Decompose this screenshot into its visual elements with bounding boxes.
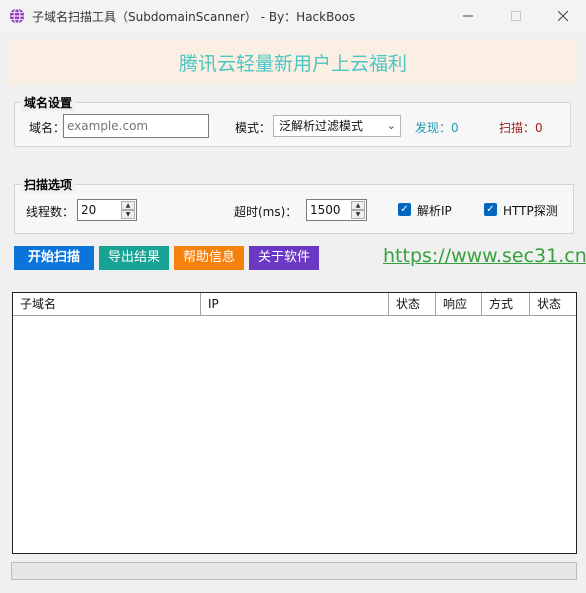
close-button[interactable] — [543, 4, 583, 28]
help-button[interactable]: 帮助信息 — [174, 246, 244, 270]
mode-select[interactable]: 泛解析过滤模式 ⌄ — [273, 115, 401, 137]
threads-label: 线程数： — [26, 205, 75, 219]
domain-settings-title: 域名设置 — [21, 94, 76, 111]
promo-banner-text: 腾讯云轻量新用户上云福利 — [178, 52, 407, 75]
column-header-status[interactable]: 状态 — [389, 293, 436, 315]
threads-down-arrow-icon[interactable]: ▼ — [121, 210, 135, 219]
http-probe-checkbox[interactable]: ✓ — [484, 203, 497, 216]
close-icon — [558, 11, 568, 21]
threads-up-arrow-icon[interactable]: ▲ — [121, 201, 135, 210]
results-table[interactable]: 子域名 IP 状态 响应 方式 状态 — [12, 292, 577, 554]
column-header-subdomain[interactable]: 子域名 — [13, 293, 201, 315]
globe-icon — [9, 8, 25, 24]
domain-field[interactable] — [63, 114, 209, 138]
scan-options-group: 扫描选项 线程数： 20 ▲ ▼ 超时(ms)： 1500 ▲ ▼ ✓ 解析IP… — [14, 176, 574, 234]
domain-input[interactable] — [67, 115, 205, 137]
title-bar: 子域名扫描工具（SubdomainScanner） - By：HackBoos — [0, 0, 586, 32]
http-probe-label: HTTP探测 — [503, 204, 558, 218]
threads-stepper[interactable]: 20 ▲ ▼ — [77, 199, 137, 221]
minimize-button[interactable] — [448, 4, 488, 28]
checkmark-icon: ✓ — [486, 204, 495, 215]
minimize-icon — [463, 15, 473, 17]
timeout-down-arrow-icon[interactable]: ▼ — [351, 210, 365, 219]
promo-banner[interactable]: 腾讯云轻量新用户上云福利 — [9, 40, 577, 84]
threads-value: 20 — [81, 203, 97, 217]
found-count: 发现：0 — [415, 121, 459, 135]
chevron-down-icon: ⌄ — [386, 119, 396, 132]
resolve-ip-checkbox[interactable]: ✓ — [398, 203, 411, 216]
resolve-ip-label: 解析IP — [417, 204, 452, 218]
timeout-label: 超时(ms)： — [234, 205, 298, 219]
column-header-ip[interactable]: IP — [201, 293, 389, 315]
column-header-status-2[interactable]: 状态 — [530, 293, 576, 315]
table-header: 子域名 IP 状态 响应 方式 状态 — [13, 293, 576, 316]
column-header-response[interactable]: 响应 — [436, 293, 482, 315]
column-header-method[interactable]: 方式 — [482, 293, 530, 315]
window-title: 子域名扫描工具（SubdomainScanner） - By：HackBoos — [32, 10, 356, 24]
timeout-up-arrow-icon[interactable]: ▲ — [351, 201, 365, 210]
maximize-icon — [511, 11, 521, 21]
timeout-stepper[interactable]: 1500 ▲ ▼ — [306, 199, 367, 221]
maximize-button[interactable] — [496, 4, 536, 28]
mode-label: 模式： — [235, 121, 272, 135]
about-button[interactable]: 关于软件 — [249, 246, 319, 270]
timeout-value: 1500 — [310, 203, 341, 217]
scan-options-title: 扫描选项 — [21, 176, 76, 193]
domain-settings-group: 域名设置 域名： 模式： 泛解析过滤模式 ⌄ 发现：0 扫描：0 — [14, 94, 571, 147]
scanned-count: 扫描：0 — [499, 121, 543, 135]
website-link[interactable]: https://www.sec31.cn — [383, 245, 586, 267]
mode-select-value: 泛解析过滤模式 — [279, 119, 364, 133]
checkmark-icon: ✓ — [400, 204, 409, 215]
domain-label: 域名： — [29, 121, 66, 135]
start-scan-button[interactable]: 开始扫描 — [14, 246, 94, 270]
export-results-button[interactable]: 导出结果 — [99, 246, 169, 270]
scan-progress-bar — [11, 562, 577, 580]
